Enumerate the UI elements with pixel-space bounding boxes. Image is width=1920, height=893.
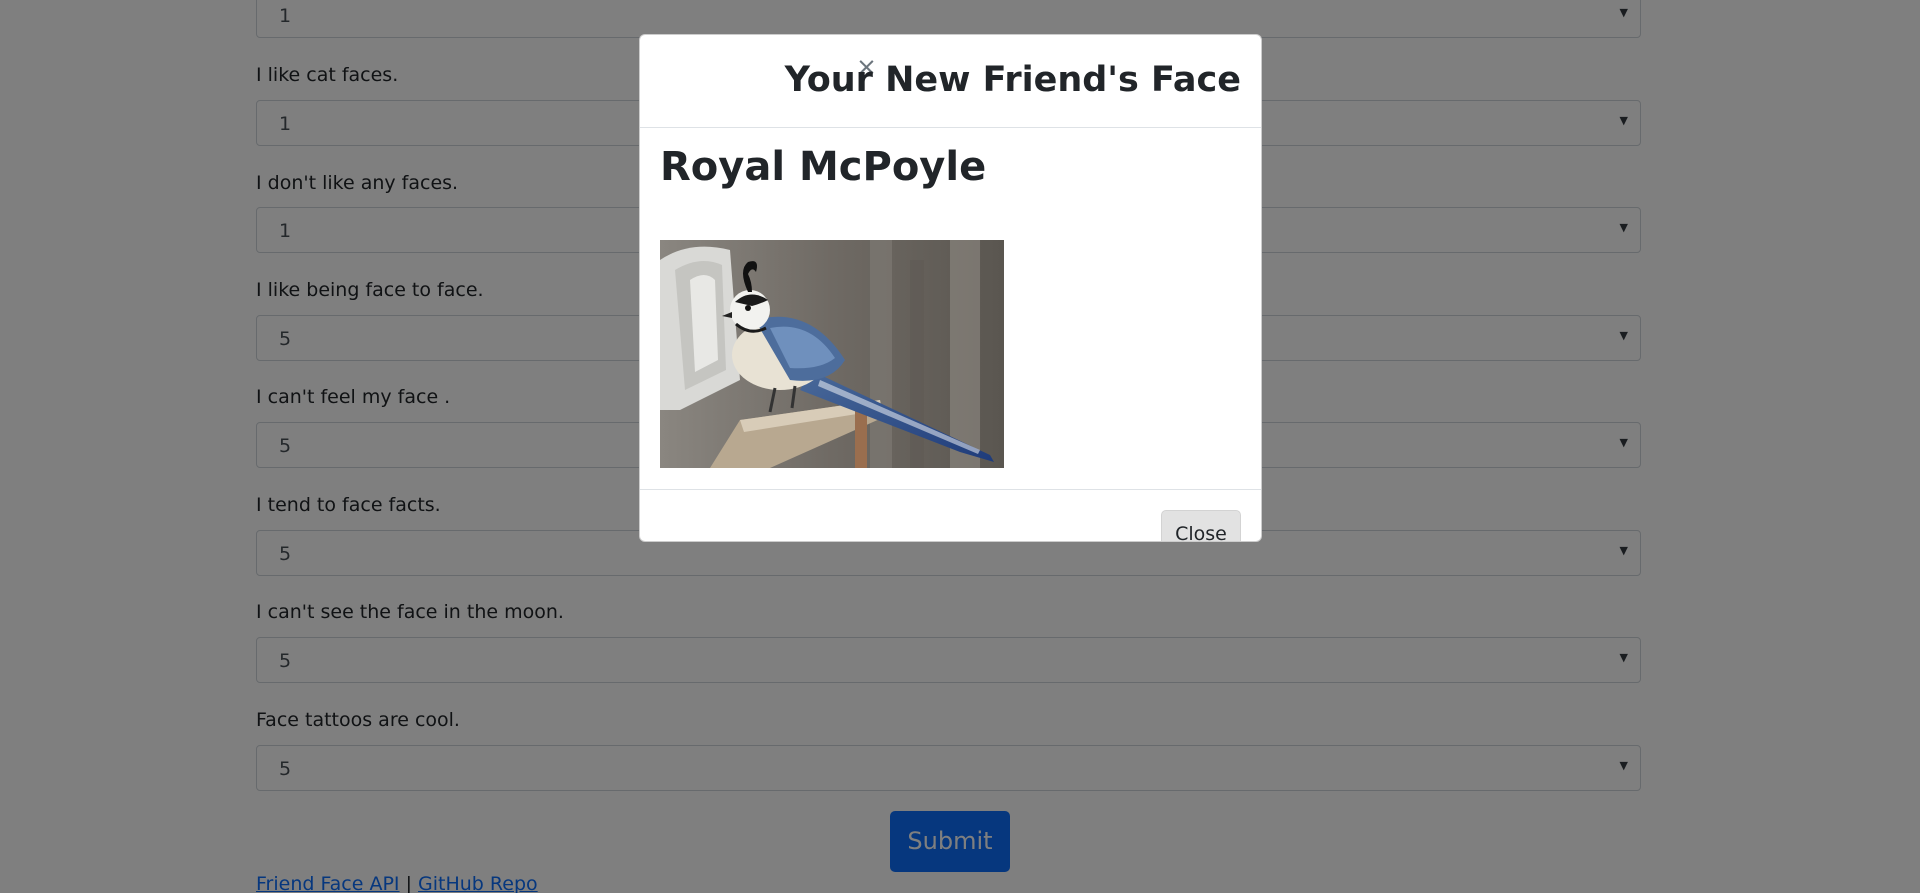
modal-body: Royal McPoyle	[640, 128, 1261, 489]
friend-name: Royal McPoyle	[660, 144, 987, 190]
page: 1 ▼ I like cat faces. 1 ▼ I don't like a…	[0, 0, 1920, 893]
close-button[interactable]: Close	[1161, 510, 1241, 541]
friend-photo	[660, 240, 1004, 468]
modal-footer: Close	[640, 489, 1261, 541]
modal-title: Your New Friend's Face	[784, 60, 1241, 100]
modal-header: × Your New Friend's Face	[640, 35, 1261, 128]
friend-modal: × Your New Friend's Face Royal McPoyle C…	[639, 34, 1262, 542]
